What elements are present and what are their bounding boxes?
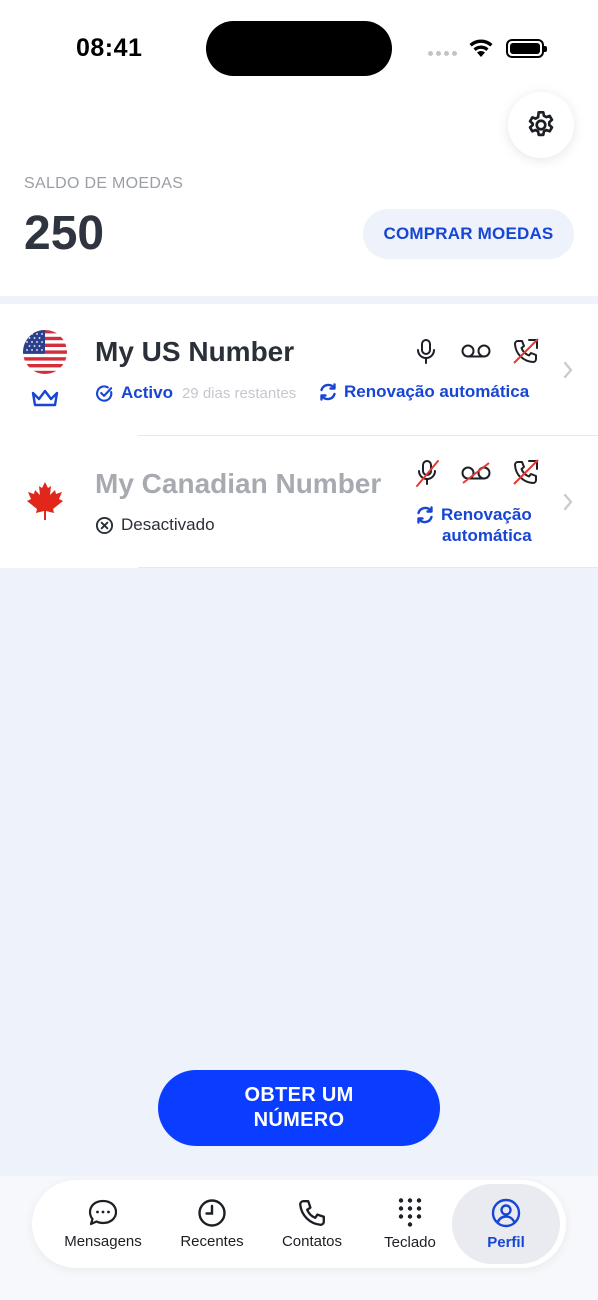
tab-keypad[interactable]: Teclado xyxy=(366,1180,454,1268)
clock-icon xyxy=(198,1199,226,1227)
crown-icon xyxy=(31,389,59,407)
refresh-icon xyxy=(417,506,433,524)
status-time: 08:41 xyxy=(76,34,143,62)
number-name: My Canadian Number xyxy=(95,468,382,499)
row-divider xyxy=(138,567,598,568)
canada-flag-icon xyxy=(27,482,63,520)
buy-coins-button[interactable]: COMPRAR MOEDAS xyxy=(363,209,574,259)
chevron-right-icon xyxy=(563,493,573,511)
status-bar: 08:41 xyxy=(0,0,598,96)
balance-header: SALDO DE MOEDAS 250 COMPRAR MOEDAS xyxy=(0,92,598,296)
balance-value: 250 xyxy=(24,207,105,260)
auto-renew-label-line1: Renovação xyxy=(441,505,532,524)
chevron-right-icon xyxy=(563,361,573,379)
tab-recents[interactable]: Recentes xyxy=(166,1180,258,1268)
section-divider xyxy=(0,296,598,304)
tab-label: Mensagens xyxy=(64,1233,142,1250)
refresh-icon xyxy=(320,383,336,401)
tab-label: Teclado xyxy=(384,1234,436,1251)
settings-button[interactable] xyxy=(508,92,574,158)
profile-icon xyxy=(491,1198,521,1228)
status-active: Activo 29 dias restantes xyxy=(95,383,296,403)
call-forward-disabled-icon xyxy=(513,459,539,485)
microphone-icon xyxy=(417,339,435,364)
voicemail-icon xyxy=(461,344,491,358)
signal-icon xyxy=(428,51,457,56)
number-name: My US Number xyxy=(95,336,295,367)
us-flag-icon xyxy=(23,330,67,374)
status-inactive: Desactivado xyxy=(95,515,215,535)
gear-icon xyxy=(528,111,554,137)
auto-renew: Renovação automática xyxy=(415,504,532,546)
tab-label: Contatos xyxy=(281,1233,343,1250)
call-forward-disabled-icon xyxy=(513,338,539,364)
wifi-icon xyxy=(469,39,493,57)
tab-bar: Mensagens Recentes Contatos Teclado Perf… xyxy=(32,1180,566,1268)
status-label: Activo xyxy=(121,383,173,402)
dynamic-island xyxy=(206,21,392,76)
x-circle-icon xyxy=(95,516,114,534)
phone-icon xyxy=(299,1200,325,1226)
auto-renew: Renovação automática xyxy=(318,382,529,402)
battery-icon xyxy=(506,39,547,58)
balance-label: SALDO DE MOEDAS xyxy=(24,175,184,192)
check-circle-icon xyxy=(96,384,113,402)
number-row-canada[interactable]: My Canadian Number Desactivado Renovação… xyxy=(0,436,598,568)
voicemail-disabled-icon xyxy=(461,462,491,484)
tab-profile[interactable]: Perfil xyxy=(452,1184,560,1264)
get-number-button[interactable]: OBTER UM NÚMERO xyxy=(158,1070,440,1146)
status-label: Desactivado xyxy=(121,515,215,534)
auto-renew-label-line2: automática xyxy=(441,526,532,545)
tab-contacts[interactable]: Contatos xyxy=(268,1180,356,1268)
tab-label: Recentes xyxy=(180,1233,244,1250)
days-remaining: 29 dias restantes xyxy=(181,384,297,402)
chat-icon xyxy=(88,1199,118,1226)
microphone-disabled-icon xyxy=(416,460,439,487)
tab-messages[interactable]: Mensagens xyxy=(50,1180,156,1268)
tab-label: Perfil xyxy=(487,1234,525,1251)
auto-renew-label: Renovação automática xyxy=(344,382,530,401)
number-row-us[interactable]: My US Number Activo 29 dias restantes Re… xyxy=(0,304,598,436)
keypad-icon xyxy=(398,1198,422,1227)
